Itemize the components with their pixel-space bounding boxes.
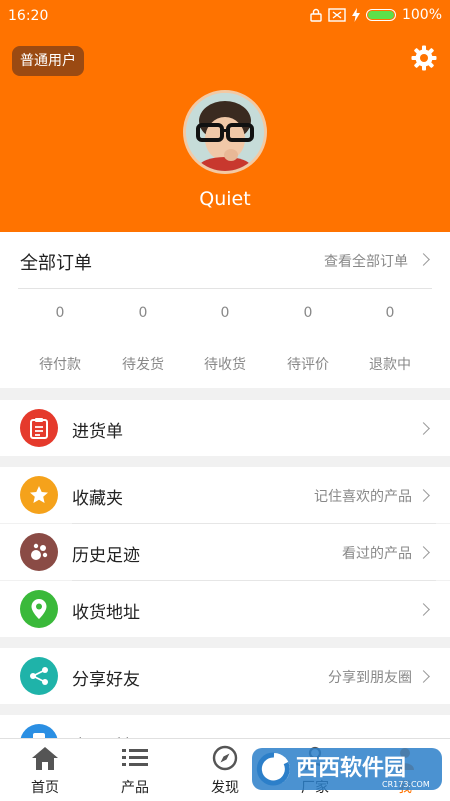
footprint-icon <box>20 533 58 571</box>
share-icon <box>20 657 58 695</box>
menu-item-purchase-list[interactable]: 进货单 <box>0 400 450 456</box>
order-count-pending-review: 0 <box>303 305 313 321</box>
chevron-right-icon <box>417 422 430 435</box>
order-status-pending-review[interactable]: 待评价 <box>263 354 353 374</box>
menu-hint: 分享到朋友圈 <box>328 670 412 686</box>
order-count-refunding: 0 <box>385 305 395 321</box>
view-all-orders-link[interactable]: 查看全部订单 <box>324 251 408 271</box>
settings-gear-icon[interactable] <box>410 44 438 72</box>
menu-label: 进货单 <box>72 422 123 442</box>
order-status-pending-receipt[interactable]: 待收货 <box>180 354 270 374</box>
chevron-right-icon <box>417 670 430 683</box>
battery-icon <box>365 9 396 21</box>
star-icon <box>20 476 58 514</box>
watermark-sub: CR173.COM <box>382 780 430 789</box>
username: Quiet <box>199 188 251 210</box>
menu-item-history[interactable]: 历史足迹 看过的产品 <box>0 524 450 580</box>
avatar-image <box>186 93 264 171</box>
order-status-pending-payment[interactable]: 待付款 <box>15 354 105 374</box>
divider <box>18 288 432 289</box>
menu-hint: 记住喜欢的产品 <box>314 489 412 505</box>
order-status-refunding[interactable]: 退款中 <box>345 354 435 374</box>
order-status-pending-shipment[interactable]: 待发货 <box>98 354 188 374</box>
avatar[interactable] <box>183 90 267 174</box>
profile-header: 普通用户 Quiet <box>0 0 450 232</box>
chevron-right-icon <box>417 253 430 266</box>
orders-title: 全部订单 <box>20 253 92 274</box>
battery-percent: 100% <box>401 7 442 23</box>
menu-item-share[interactable]: 分享好友 分享到朋友圈 <box>0 648 450 704</box>
tab-products[interactable]: 产品 <box>90 739 180 801</box>
tab-home[interactable]: 首页 <box>0 739 90 801</box>
location-pin-icon <box>20 590 58 628</box>
site-watermark: 西西软件园 CR173.COM <box>252 748 442 790</box>
menu-label: 历史足迹 <box>72 546 140 566</box>
list-icon <box>122 749 148 766</box>
orders-section: 全部订单 查看全部订单 0 0 0 0 0 待付款 待发货 待收货 待评价 退款… <box>0 232 450 388</box>
menu-label: 分享好友 <box>72 670 140 690</box>
no-sim-icon <box>328 8 346 22</box>
watermark-text: 西西软件园 <box>296 755 406 781</box>
compass-icon <box>212 745 238 771</box>
charging-icon <box>351 8 360 22</box>
tab-label: 首页 <box>31 780 59 796</box>
chevron-right-icon <box>417 546 430 559</box>
menu-label: 收藏夹 <box>72 489 123 509</box>
lock-icon <box>310 8 322 22</box>
order-count-pending-receipt: 0 <box>220 305 230 321</box>
menu-hint: 看过的产品 <box>342 546 412 562</box>
home-icon <box>32 747 58 770</box>
status-bar: 16:20 100% <box>0 0 450 32</box>
chevron-right-icon <box>417 603 430 616</box>
chevron-right-icon <box>417 489 430 502</box>
order-count-pending-payment: 0 <box>55 305 65 321</box>
menu-item-address[interactable]: 收货地址 <box>0 581 450 637</box>
order-count-pending-shipment: 0 <box>138 305 148 321</box>
menu-label: 收货地址 <box>72 603 140 623</box>
menu-item-favorites[interactable]: 收藏夹 记住喜欢的产品 <box>0 467 450 523</box>
user-type-badge[interactable]: 普通用户 <box>12 46 84 76</box>
status-time: 16:20 <box>8 8 49 24</box>
tab-label: 产品 <box>121 780 149 796</box>
purchase-list-icon <box>20 409 58 447</box>
